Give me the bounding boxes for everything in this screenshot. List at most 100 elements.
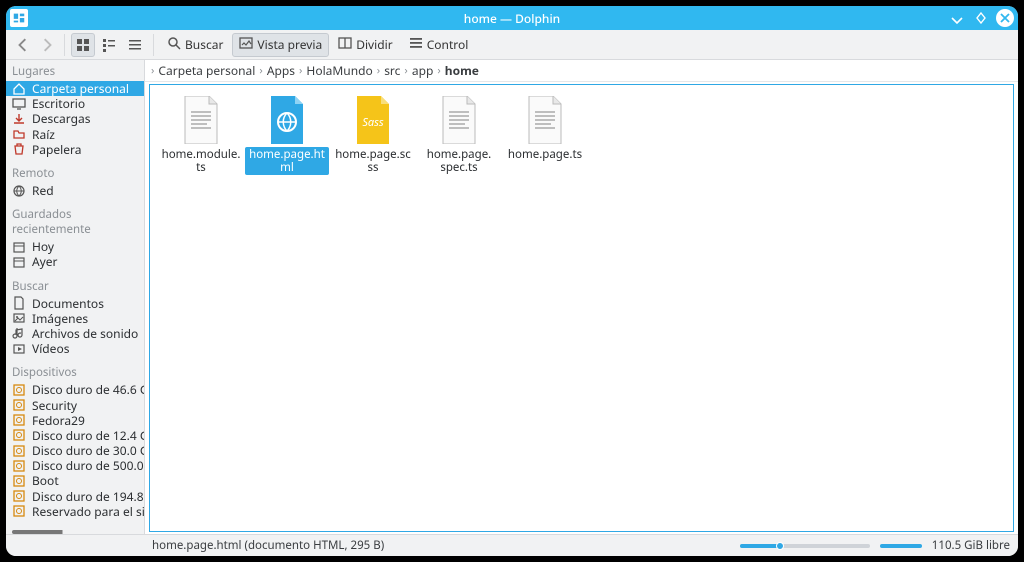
image-icon	[12, 311, 26, 325]
file-thumbnail	[176, 95, 226, 145]
search-icon	[167, 36, 181, 54]
sidebar-item-label: Papelera	[32, 142, 81, 157]
sidebar-item-label: Disco duro de 46.6 GiB	[32, 382, 144, 397]
chevron-right-icon: ›	[259, 63, 262, 78]
file-name: home.page.html	[245, 147, 329, 175]
sidebar-item-label: Red	[32, 183, 54, 198]
minimize-button[interactable]	[948, 9, 966, 27]
chevron-right-icon: ›	[437, 63, 440, 78]
sidebar-item[interactable]: Disco duro de 46.6 GiB	[6, 382, 144, 397]
sidebar-item[interactable]: Escritorio	[6, 96, 144, 111]
sidebar-item[interactable]: Archivos de sonido	[6, 326, 144, 341]
chevron-right-icon: ›	[151, 63, 154, 78]
desktop-icon	[12, 97, 26, 111]
breadcrumb-segment[interactable]: HolaMundo	[306, 62, 372, 79]
status-text: home.page.html (documento HTML, 295 B)	[152, 538, 384, 553]
root-icon	[12, 127, 26, 141]
sidebar-item-label: Reservado para el sistema	[32, 504, 144, 519]
search-button[interactable]: Buscar	[160, 33, 230, 57]
file-item[interactable]: Sasshome.page.scss	[330, 95, 416, 521]
back-button[interactable]	[12, 33, 34, 57]
breadcrumb[interactable]: ›Carpeta personal›Apps›HolaMundo›src›app…	[145, 60, 1018, 82]
sidebar-item-label: Raíz	[32, 127, 55, 142]
breadcrumb-segment[interactable]: src	[384, 62, 400, 79]
sidebar-item-label: Imágenes	[32, 311, 88, 326]
sidebar-item[interactable]: Fedora29	[6, 413, 144, 428]
sidebar-item-label: Vídeos	[32, 341, 69, 356]
sidebar-section-header: Dispositivos	[6, 361, 144, 382]
chevron-right-icon: ›	[299, 63, 302, 78]
titlebar[interactable]: home — Dolphin	[6, 6, 1018, 30]
sidebar-item[interactable]: Security	[6, 397, 144, 412]
file-item[interactable]: home.page.spec.ts	[416, 95, 502, 521]
preview-icon	[239, 36, 253, 54]
view-details-button[interactable]	[123, 33, 147, 57]
close-button[interactable]	[996, 9, 1014, 27]
sidebar-item[interactable]: Vídeos	[6, 341, 144, 356]
toolbar: Buscar Vista previa Dividir Control	[6, 30, 1018, 60]
sidebar-item[interactable]: Disco duro de 12.4 GiB	[6, 428, 144, 443]
forward-button[interactable]	[36, 33, 58, 57]
sidebar-section-header: Buscar	[6, 275, 144, 296]
breadcrumb-segment[interactable]: app	[412, 62, 434, 79]
chevron-right-icon: ›	[404, 63, 407, 78]
home-icon	[12, 82, 26, 96]
file-name: home.page.ts	[506, 147, 584, 162]
video-icon	[12, 342, 26, 356]
sidebar-item-label: Documentos	[32, 296, 104, 311]
file-view[interactable]: home.module.tshome.page.htmlSasshome.pag…	[149, 84, 1014, 532]
file-item[interactable]: home.module.ts	[158, 95, 244, 521]
sidebar-item-label: Descargas	[32, 111, 90, 126]
sidebar-item-label: Ayer	[32, 254, 58, 269]
sidebar-item-label: Boot	[32, 473, 59, 488]
doc-icon	[12, 296, 26, 310]
disk-icon	[12, 459, 26, 473]
sidebar-item[interactable]: Descargas	[6, 111, 144, 126]
sidebar-item-label: Escritorio	[32, 96, 85, 111]
maximize-button[interactable]	[972, 9, 990, 27]
disk-icon	[12, 444, 26, 458]
split-button[interactable]: Dividir	[331, 33, 399, 57]
file-thumbnail	[520, 95, 570, 145]
file-item[interactable]: home.page.html	[244, 95, 330, 521]
preview-button[interactable]: Vista previa	[232, 33, 329, 57]
sidebar-item[interactable]: Ayer	[6, 254, 144, 269]
sidebar-item[interactable]: Disco duro de 30.0 GiB	[6, 443, 144, 458]
sidebar-item-label: Disco duro de 30.0 GiB	[32, 443, 144, 458]
sidebar-item[interactable]: Papelera	[6, 142, 144, 157]
dolphin-window: home — Dolphin Buscar Vista previa Divid…	[6, 6, 1018, 556]
window-title: home — Dolphin	[464, 10, 560, 27]
breadcrumb-segment[interactable]: home	[445, 62, 479, 79]
sidebar-item[interactable]: Boot	[6, 473, 144, 488]
breadcrumb-segment[interactable]: Carpeta personal	[158, 62, 255, 79]
file-item[interactable]: home.page.ts	[502, 95, 588, 521]
sidebar-item[interactable]: Reservado para el sistema	[6, 504, 144, 519]
sidebar-item-label: Disco duro de 194.8 GiB	[32, 489, 144, 504]
split-label: Dividir	[356, 36, 392, 53]
sidebar-item[interactable]: Red	[6, 183, 144, 198]
menu-icon	[409, 36, 423, 54]
sidebar-item[interactable]: Hoy	[6, 239, 144, 254]
sidebar-item[interactable]: Carpeta personal	[6, 81, 144, 96]
control-button[interactable]: Control	[402, 33, 476, 57]
sidebar-item[interactable]: Disco duro de 500.0 MiB	[6, 458, 144, 473]
sidebar-item[interactable]: Raíz	[6, 127, 144, 142]
trash-icon	[12, 142, 26, 156]
sidebar-item[interactable]: Disco duro de 194.8 GiB	[6, 489, 144, 504]
file-thumbnail	[262, 95, 312, 145]
view-compact-button[interactable]	[97, 33, 121, 57]
sidebar-section-header: Guardados recientemente	[6, 203, 144, 239]
places-panel: LugaresCarpeta personalEscritorioDescarg…	[6, 60, 144, 534]
split-icon	[338, 36, 352, 54]
disk-icon	[12, 489, 26, 503]
free-space-text: 110.5 GiB libre	[932, 538, 1010, 553]
sidebar-item[interactable]: Documentos	[6, 296, 144, 311]
sidebar-item[interactable]: Imágenes	[6, 311, 144, 326]
sidebar-item-label: Disco duro de 500.0 MiB	[32, 458, 144, 473]
zoom-slider[interactable]	[740, 544, 870, 548]
breadcrumb-segment[interactable]: Apps	[267, 62, 295, 79]
view-icons-button[interactable]	[71, 33, 95, 57]
disk-icon	[12, 474, 26, 488]
calendar-icon	[12, 240, 26, 254]
sidebar-item-label: Hoy	[32, 239, 54, 254]
